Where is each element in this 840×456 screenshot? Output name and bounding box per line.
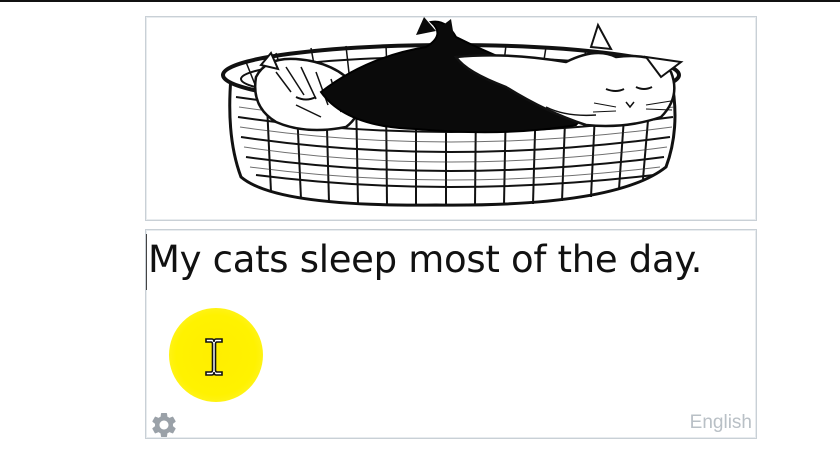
illustration-frame bbox=[145, 16, 757, 221]
window-top-border bbox=[0, 0, 840, 2]
language-selector[interactable]: English bbox=[690, 412, 752, 434]
text-caret bbox=[146, 234, 147, 290]
ibeam-cursor-icon bbox=[205, 338, 223, 376]
cats-in-basket-illustration bbox=[221, 17, 684, 207]
text-editor-area[interactable]: My cats sleep most of the day. English bbox=[145, 229, 757, 439]
sentence-text[interactable]: My cats sleep most of the day. bbox=[148, 238, 702, 281]
gear-icon[interactable] bbox=[149, 410, 179, 440]
